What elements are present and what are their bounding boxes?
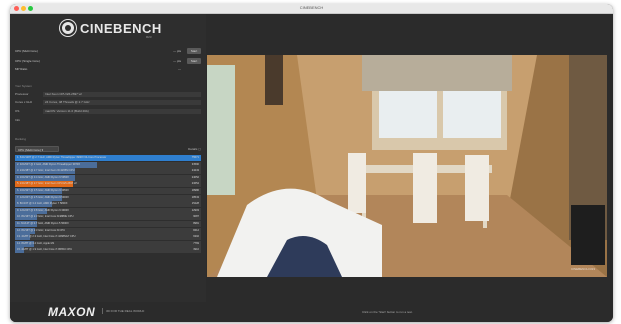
multi-core-row: CPU (Multi Core) — pts Start bbox=[15, 48, 201, 54]
processor-row: Processor Intel Xeon CPU E5-2697 v2 bbox=[15, 92, 201, 97]
multi-core-label: CPU (Multi Core) bbox=[15, 49, 38, 53]
os-key: OS bbox=[15, 109, 20, 113]
render-watermark: CINEBENCH R23 bbox=[570, 267, 595, 271]
multi-core-start-button[interactable]: Start bbox=[187, 48, 201, 54]
ranking-name: 12. 8C/16T @ 2.3 GHz, Intel Core i9 CPU bbox=[17, 228, 65, 232]
render-image bbox=[207, 55, 607, 277]
left-window bbox=[207, 65, 235, 195]
ranking-score: 33590 bbox=[191, 162, 199, 166]
processor-value: Intel Xeon CPU E5-2697 v2 bbox=[43, 92, 201, 97]
ranking-name: 1. 64C/128T @ 2.7 GHz, AMD Ryzen Threadr… bbox=[17, 156, 107, 159]
ranking-dropdown[interactable]: CPU (Multi Core) ▾ bbox=[15, 146, 59, 152]
chair bbox=[465, 155, 489, 221]
chair bbox=[413, 153, 437, 223]
wall-picture bbox=[265, 55, 283, 105]
info-key: Info bbox=[15, 118, 21, 122]
ranking-name: 14. 8C/8T @ 3.2 GHz, Apple M1 bbox=[17, 241, 55, 245]
ranking-name: 9. 12C/24T @ 3.8 GHz, AMD Ryzen 9 3900X bbox=[17, 208, 69, 212]
ranking-name: 15. 4C/8T @ 1.9 GHz, Intel Core i7-8665U… bbox=[17, 248, 73, 252]
ranking-row[interactable]: 4. 16C/32T @ 3.4 GHz, AMD Ryzen 9 5950X 2… bbox=[15, 174, 201, 181]
ranking-score: 6302 bbox=[193, 235, 199, 239]
ranking-row[interactable]: 1. 64C/128T @ 2.7 GHz, AMD Ryzen Threadr… bbox=[15, 155, 201, 161]
ranking-row[interactable]: 15. 4C/8T @ 1.9 GHz, Intel Core i7-8665U… bbox=[15, 247, 201, 254]
single-core-label: CPU (Single Core) bbox=[15, 59, 40, 63]
ranking-row[interactable]: 8. 8C/16T @ 3.4 GHz, AMD Ryzen 7 5800X 15… bbox=[15, 201, 201, 208]
logo-version: R23 bbox=[146, 35, 152, 39]
ranking-score: 7769 bbox=[193, 241, 199, 245]
single-core-value: — pts bbox=[173, 59, 181, 63]
ranking-row[interactable]: 11. 6C/12T @ 3.7 GHz, AMD Ryzen 5 5600X 8… bbox=[15, 220, 201, 227]
cores-row: Cores x GHz 24 Cores, 48 Threads @ 2.7 G… bbox=[15, 100, 201, 105]
single-core-start-button[interactable]: Start bbox=[187, 58, 201, 64]
your-system-title: Your System bbox=[15, 84, 32, 88]
ranking-row[interactable]: 5. 24C/48T @ 2.7 GHz, Intel Xeon CPU E5-… bbox=[15, 181, 201, 188]
ranking-score: 23654 bbox=[191, 182, 199, 186]
footer: MAXON 3D FOR THE REAL WORLD Click on the… bbox=[10, 302, 613, 322]
render-viewport: CINEBENCH R23 bbox=[207, 55, 607, 277]
maxon-tagline: 3D FOR THE REAL WORLD bbox=[102, 308, 144, 314]
mp-ratio-value: — bbox=[178, 67, 181, 71]
ranking-name: 11. 6C/12T @ 3.7 GHz, AMD Ryzen 5 5600X bbox=[17, 221, 69, 225]
ranking-name: 13. 4C/8T @ 2.3 GHz, Intel Core i7-1068N… bbox=[17, 235, 76, 239]
info-row: Info bbox=[15, 118, 201, 123]
single-core-row: CPU (Single Core) — pts Start bbox=[15, 58, 201, 64]
ranking-name: 5. 24C/48T @ 2.7 GHz, Intel Xeon CPU E5-… bbox=[17, 182, 77, 186]
ranking-score: 18986 bbox=[191, 188, 199, 192]
ranking-score: 8412 bbox=[193, 228, 199, 232]
cores-value: 24 Cores, 48 Threads @ 2.7 GHz bbox=[43, 100, 201, 105]
ranking-score: 3910 bbox=[193, 248, 199, 252]
ranking-name: 3. 24C/48T @ 2.7 GHz, Intel Xeon W-3265M… bbox=[17, 169, 75, 173]
ranking-title: Ranking bbox=[15, 137, 27, 141]
mp-ratio-label: MP Ratio bbox=[15, 67, 28, 71]
ranking-row[interactable]: 3. 24C/48T @ 2.7 GHz, Intel Xeon W-3265M… bbox=[15, 168, 201, 175]
ranking-score: 75671 bbox=[191, 156, 199, 159]
ranking-list: 1. 64C/128T @ 2.7 GHz, AMD Ryzen Threadr… bbox=[15, 155, 201, 254]
ranking-row[interactable]: 9. 12C/24T @ 3.8 GHz, AMD Ryzen 9 3900X 1… bbox=[15, 207, 201, 214]
status-text: Click on the 'Start' button to run a tes… bbox=[362, 310, 413, 314]
left-panel: CINEBENCH R23 CPU (Multi Core) — pts Sta… bbox=[10, 14, 206, 322]
blind bbox=[362, 55, 512, 91]
ranking-name: 6. 16C/32T @ 3.5 GHz, AMD Ryzen 9 3950X bbox=[17, 188, 69, 192]
maxon-logo: MAXON bbox=[48, 305, 96, 319]
ranking-row[interactable]: 7. 12C/24T @ 2.5 GHz, AMD Ryzen 9 5900X 1… bbox=[15, 194, 201, 201]
mp-ratio-row: MP Ratio — bbox=[15, 66, 201, 72]
logo-text: CINEBENCH bbox=[80, 20, 162, 36]
ranking-name: 10. 8C/16T @ 2.3 GHz, Intel Core i9-9880… bbox=[17, 215, 74, 219]
ranking-name: 8. 8C/16T @ 3.4 GHz, AMD Ryzen 7 5800X bbox=[17, 202, 68, 206]
speaker bbox=[571, 205, 605, 265]
ranking-score: 15228 bbox=[191, 202, 199, 206]
ranking-row[interactable]: 2. 32C/64T @ 3 GHz, AMD Ryzen Threadripp… bbox=[15, 161, 201, 168]
app-window: CINEBENCH CINEBENCH R23 CPU (Multi Core)… bbox=[10, 4, 613, 322]
window-title: CINEBENCH bbox=[299, 5, 324, 10]
os-value: macOS: Version 11.0 (Build 20A) bbox=[43, 109, 201, 114]
details-label: Details bbox=[188, 147, 198, 151]
ranking-score: 8981 bbox=[193, 221, 199, 225]
ranking-score: 9087 bbox=[193, 215, 199, 219]
ranking-name: 4. 16C/32T @ 3.4 GHz, AMD Ryzen 9 5950X bbox=[17, 175, 69, 179]
ranking-header: CPU (Multi Core) ▾ Details ▢ bbox=[15, 146, 201, 152]
ranking-row[interactable]: 10. 8C/16T @ 2.3 GHz, Intel Core i9-9880… bbox=[15, 214, 201, 221]
ranking-name: 7. 12C/24T @ 2.5 GHz, AMD Ryzen 9 5900X bbox=[17, 195, 69, 199]
ranking-score: 18543 bbox=[191, 195, 199, 199]
ranking-score: 12903 bbox=[191, 208, 199, 212]
processor-key: Processor bbox=[15, 92, 29, 96]
ranking-score: 24052 bbox=[191, 175, 199, 179]
ranking-row[interactable]: 6. 16C/32T @ 3.5 GHz, AMD Ryzen 9 3950X 1… bbox=[15, 187, 201, 194]
details-toggle[interactable]: Details ▢ bbox=[188, 146, 201, 152]
ranking-score: 24243 bbox=[191, 169, 199, 173]
os-row: OS macOS: Version 11.0 (Build 20A) bbox=[15, 109, 201, 114]
multi-core-value: — pts bbox=[173, 49, 181, 53]
ranking-name: 2. 32C/64T @ 3 GHz, AMD Ryzen Threadripp… bbox=[17, 162, 81, 166]
cinebench-logo-icon bbox=[60, 20, 76, 36]
cinebench-logo: CINEBENCH bbox=[60, 20, 162, 36]
chair bbox=[348, 153, 366, 213]
ranking-row[interactable]: 12. 8C/16T @ 2.3 GHz, Intel Core i9 CPU 8… bbox=[15, 227, 201, 234]
ranking-row[interactable]: 14. 8C/8T @ 3.2 GHz, Apple M1 7769 bbox=[15, 240, 201, 247]
cores-key: Cores x GHz bbox=[15, 100, 33, 104]
ranking-dropdown-value: CPU (Multi Core) bbox=[18, 148, 41, 152]
ranking-row[interactable]: 13. 4C/8T @ 2.3 GHz, Intel Core i7-1068N… bbox=[15, 234, 201, 241]
title-bar: CINEBENCH bbox=[10, 4, 613, 14]
